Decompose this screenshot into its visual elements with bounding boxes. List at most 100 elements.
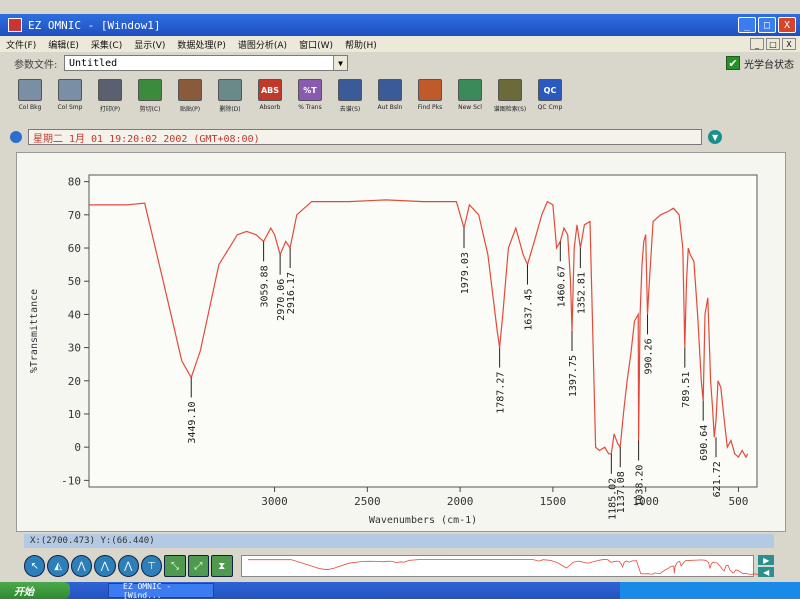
expand-down-icon[interactable]: ▼ [708, 130, 722, 144]
title-bar[interactable]: EZ OMNIC - [Window1] _ □ X [0, 14, 800, 36]
toolbar-label-0: Col Bkg [18, 104, 42, 111]
peak-label[interactable]: 690.64 [699, 425, 710, 461]
select-tool-button[interactable]: ↖ [24, 555, 46, 577]
spectrum-chart[interactable]: 80706050403020100-103000 2500 2000 1500 1000… [17, 153, 787, 533]
bench-status-label: 光学台状态 [744, 59, 794, 71]
peak-label[interactable]: 1460.67 [556, 265, 567, 307]
x-tick-label: 2000 [447, 495, 474, 508]
menu-file[interactable]: 文件(F) [0, 38, 42, 51]
param-file-select[interactable]: Untitled ▼ [64, 55, 348, 71]
toolbar-icon-3 [138, 79, 162, 101]
toolbar-icon-7: %T [298, 79, 322, 101]
toolbar-button-10[interactable]: Find Pks [410, 76, 450, 120]
menu-bar: 文件(F) 编辑(E) 采集(C) 显示(V) 数据处理(P) 谱图分析(A) … [0, 36, 800, 52]
window-controls: _ □ X [738, 17, 800, 33]
toolbar-button-7[interactable]: %T % Trans [290, 76, 330, 120]
overview-line [247, 558, 759, 575]
toolbar-label-10: Find Pks [417, 104, 443, 111]
toolbar-icon-11 [458, 79, 482, 101]
peak-label[interactable]: 3059.88 [260, 265, 271, 307]
y-tick-label: 0 [74, 441, 81, 454]
toolbar-label-13: QC Cmp [537, 104, 563, 111]
toolbar-label-2: 打印(P) [99, 106, 121, 113]
mdi-controls: _ □ X [750, 38, 800, 50]
zoom-out-button[interactable]: ⤢ [187, 555, 210, 577]
screen: EZ OMNIC - [Window1] _ □ X 文件(F) 编辑(E) 采… [0, 0, 800, 599]
peak-label[interactable]: 2916.17 [286, 272, 297, 314]
peak-height-tool-button[interactable]: ⋀ [70, 555, 93, 577]
peak-label[interactable]: 621.72 [712, 461, 723, 497]
toolbar-label-12: 谱图检索(S) [493, 106, 527, 113]
mdi-close-button[interactable]: X [782, 38, 796, 50]
peak-label[interactable]: 1137.08 [616, 471, 627, 513]
checkmark-icon[interactable]: ✔ [726, 56, 740, 70]
spectrum-overview[interactable] [240, 555, 759, 577]
y-axis-label: %Transmittance [29, 289, 40, 373]
toolbar-button-8[interactable]: 去谱(S) [330, 76, 370, 120]
toolbar-label-1: Col Smp [57, 104, 83, 111]
mdi-restore-button[interactable]: □ [766, 38, 780, 50]
collection-date-field[interactable]: 星期二 1月 01 19:20:02 2002 (GMT+08:00) [27, 129, 703, 145]
toolbar-label-5: 删除(D) [219, 106, 241, 113]
start-button[interactable]: 开始 [0, 582, 70, 599]
toolbar-button-13[interactable]: QC QC Cmp [530, 76, 570, 120]
menu-window[interactable]: 窗口(W) [293, 38, 339, 51]
zoom-in-button[interactable]: ⤡ [164, 555, 186, 577]
toolbar-button-11[interactable]: New Scl [450, 76, 490, 120]
toolbar-button-6[interactable]: ABS Absorb [250, 76, 290, 120]
peak-label[interactable]: 1038.20 [635, 465, 646, 507]
toolbar-label-8: 去谱(S) [339, 106, 361, 113]
spectrum-window[interactable]: 80 70 60 50 40 30 20 10 0 -10 3000 2500 2000 1500 1000… [16, 152, 786, 532]
toolbar: Col Bkg Col Smp 打印(P) 剪切(C) 贴贴(P) 删除(D) ABS Abs… [0, 76, 800, 120]
toolbar-icon-1 [58, 79, 82, 101]
toolbar-button-4[interactable]: 贴贴(P) [170, 76, 210, 120]
annotation-tool-button[interactable]: ⊤ [140, 555, 163, 577]
toolbar-icon-5 [218, 79, 242, 101]
toolbar-button-0[interactable]: Col Bkg [10, 76, 50, 120]
collection-date: 星期二 1月 01 19:20:02 2002 (GMT+08:00) [32, 133, 260, 145]
peak-label[interactable]: 3449.10 [187, 401, 198, 443]
menu-view[interactable]: 显示(V) [128, 38, 171, 51]
region-tool-button[interactable]: ◭ [47, 555, 69, 577]
toolbar-button-3[interactable]: 剪切(C) [130, 76, 170, 120]
menu-process[interactable]: 数据处理(P) [171, 38, 231, 51]
peak-label-tool-button[interactable]: ⋀ [117, 555, 139, 577]
menu-collect[interactable]: 采集(C) [85, 38, 128, 51]
y-tick-label: 30 [68, 342, 81, 355]
menu-analyze[interactable]: 谱图分析(A) [232, 38, 293, 51]
minimize-button[interactable]: _ [738, 17, 756, 33]
toolbar-button-9[interactable]: Aut Bsln [370, 76, 410, 120]
chevron-down-icon[interactable]: ▼ [333, 56, 347, 70]
peak-label[interactable]: 1397.75 [568, 355, 579, 397]
peak-label[interactable]: 1352.81 [576, 272, 587, 314]
toolbar-button-2[interactable]: 打印(P) [90, 76, 130, 120]
y-tick-label: 20 [68, 375, 81, 388]
full-scale-button[interactable]: ⧗ [211, 555, 233, 577]
toolbar-label-3: 剪切(C) [139, 106, 161, 113]
peak-area-tool-button[interactable]: ⋀ [94, 555, 116, 577]
x-tick-label: 1500 [540, 495, 567, 508]
toolbar-button-1[interactable]: Col Smp [50, 76, 90, 120]
param-bar: 参数文件: Untitled ▼ ✔ 光学台状态 [0, 52, 800, 74]
info-icon [10, 131, 22, 143]
peak-label[interactable]: 1979.03 [460, 252, 471, 294]
peak-label[interactable]: 1787.27 [496, 372, 507, 414]
peak-label[interactable]: 789.51 [681, 372, 692, 408]
toolbar-icon-6: ABS [258, 79, 282, 101]
close-button[interactable]: X [778, 17, 796, 33]
menu-edit[interactable]: 编辑(E) [42, 38, 85, 51]
toolbar-icon-2 [98, 79, 122, 101]
toolbar-icon-13: QC [538, 79, 562, 101]
x-tick-label: 500 [729, 495, 749, 508]
peak-label[interactable]: 990.26 [644, 338, 655, 374]
toolbar-button-5[interactable]: 删除(D) [210, 76, 250, 120]
peak-label[interactable]: 1637.45 [523, 289, 534, 331]
toolbar-button-12[interactable]: 谱图检索(S) [490, 76, 530, 120]
mdi-minimize-button[interactable]: _ [750, 38, 764, 50]
bench-status-option[interactable]: ✔ 光学台状态 [726, 56, 800, 71]
taskbar-task-omnic[interactable]: EZ OMNIC - [Wind... [108, 582, 214, 599]
cursor-status-bar: X:(2700.473) Y:(66.440) [24, 534, 774, 548]
menu-help[interactable]: 帮助(H) [339, 38, 383, 51]
maximize-button[interactable]: □ [758, 17, 776, 33]
toolbar-label-11: New Scl [458, 104, 482, 111]
